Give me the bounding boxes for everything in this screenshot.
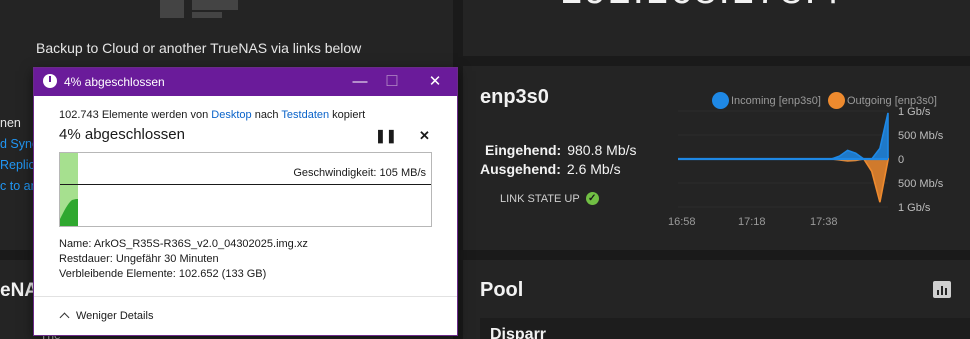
file-name: Name: ArkOS_R35S-R36S_v2.0_04302025.img.… <box>59 238 308 250</box>
close-window-button[interactable]: ✕ <box>424 71 446 93</box>
throughput-graph: Geschwindigkeit: 105 MB/s <box>59 152 432 227</box>
footer-divider <box>34 296 457 297</box>
incoming-series <box>678 112 889 160</box>
incoming-value: 980.8 Mb/s <box>567 142 637 158</box>
clock-icon <box>43 74 57 88</box>
reports-icon[interactable] <box>933 281 951 298</box>
dialog-title: 4% abgeschlossen <box>64 75 165 89</box>
interface-title: enp3s0 <box>480 86 549 108</box>
copy-prefix: 102.743 Elemente werden von <box>59 109 212 121</box>
outgoing-row: Ausgehend: 2.6 Mb/s <box>480 161 621 177</box>
chevron-up-icon <box>59 312 70 323</box>
outgoing-label: Ausgehend: <box>480 161 561 177</box>
link-state-label: LINK STATE UP <box>500 192 580 205</box>
app-logo <box>160 0 184 18</box>
y-tick-label: 0 <box>898 154 904 166</box>
incoming-label: Eingehend: <box>485 142 562 158</box>
backup-description: Backup to Cloud or another TrueNAS via l… <box>36 40 362 56</box>
x-tick-label: 16:58 <box>668 216 696 228</box>
copy-description: 102.743 Elemente werden von Desktop nach… <box>59 109 365 121</box>
incoming-row: Eingehend: 980.8 Mb/s <box>485 142 637 158</box>
network-traffic-chart: 1 Gb/s 500 Mb/s 0 500 Mb/s 1 Gb/s 16:58 17:18 1… <box>668 106 944 228</box>
pool-inner-title: Disparr <box>490 326 547 339</box>
less-details-label: Weniger Details <box>76 310 154 322</box>
check-icon: ✓ <box>585 192 599 205</box>
source-link[interactable]: Desktop <box>211 109 251 121</box>
cancel-button[interactable]: ✕ <box>419 128 430 144</box>
y-tick-label: 500 Mb/s <box>898 178 944 190</box>
maximize-button: ☐ <box>385 73 399 90</box>
current-speed-line <box>60 184 431 185</box>
less-details-button[interactable]: Weniger Details <box>59 310 154 323</box>
pool-title: Pool <box>480 279 524 301</box>
copy-middle: nach <box>251 109 282 121</box>
app-logo-bar <box>192 0 238 10</box>
pause-icon: ❚❚ <box>375 128 397 143</box>
percent-complete: 4% abgeschlossen <box>59 126 185 143</box>
outgoing-series <box>678 158 889 203</box>
pause-button[interactable]: ❚❚ <box>375 128 397 144</box>
app-logo-bar <box>192 12 222 18</box>
x-tick-label: 17:38 <box>810 216 838 228</box>
side-fragment: nen <box>0 116 21 130</box>
dialog-titlebar[interactable]: 4% abgeschlossen — ☐ ✕ <box>34 68 457 96</box>
x-tick-label: 17:18 <box>738 216 766 228</box>
outgoing-value: 2.6 Mb/s <box>566 161 621 177</box>
speed-label: Geschwindigkeit: 105 MB/s <box>292 167 427 179</box>
minimize-button[interactable]: — <box>349 71 371 93</box>
copy-progress-dialog: 4% abgeschlossen — ☐ ✕ 102.743 Elemente … <box>33 67 458 336</box>
copy-suffix: kopiert <box>329 109 366 121</box>
rsync-link[interactable]: c to an <box>0 179 38 193</box>
link-state: LINK STATE UP ✓ <box>500 192 599 205</box>
y-tick-label: 500 Mb/s <box>898 130 944 142</box>
pool-inner-panel <box>480 318 970 339</box>
y-tick-label: 1 Gb/s <box>898 202 931 214</box>
remaining-time: Restdauer: Ungefähr 30 Minuten <box>59 253 219 265</box>
y-tick-label: 1 Gb/s <box>898 106 931 118</box>
close-icon: ✕ <box>419 128 430 143</box>
destination-link[interactable]: Testdaten <box>281 109 329 121</box>
remaining-items: Verbleibende Elemente: 102.652 (133 GB) <box>59 268 267 280</box>
ip-address: 192.168.178.4 <box>560 0 842 13</box>
speed-curve <box>60 199 78 226</box>
